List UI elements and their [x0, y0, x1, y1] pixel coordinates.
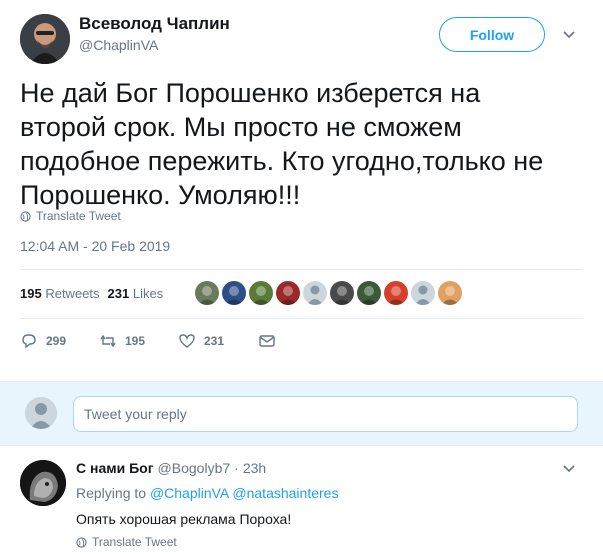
divider — [20, 269, 583, 270]
liker-avatar-8[interactable] — [438, 281, 462, 305]
reply-author-handle[interactable]: @Bogolyb7 — [158, 460, 231, 476]
reply-author-name[interactable]: С нами Бог — [76, 460, 154, 476]
mention-link[interactable]: @ChaplinVA — [150, 485, 229, 501]
reply-composer: Tweet your reply — [0, 381, 603, 446]
globe-icon — [76, 536, 87, 548]
tweet-text-line: подобное пережить. Кто угодно,только не — [20, 146, 544, 176]
like-action[interactable]: 231 — [178, 332, 258, 350]
reply-action[interactable]: 299 — [20, 332, 99, 350]
message-action[interactable] — [258, 332, 284, 350]
reply-time[interactable]: 23h — [243, 460, 266, 476]
reply-count: 299 — [46, 334, 67, 348]
replying-to: Replying to @ChaplinVA @natashainteres — [76, 485, 338, 501]
liker-avatar-5[interactable] — [330, 281, 354, 305]
translate-tweet-link[interactable]: Translate Tweet — [76, 535, 177, 549]
retweet-icon — [100, 334, 116, 348]
chevron-down-icon[interactable] — [562, 27, 576, 41]
translate-label: Translate Tweet — [92, 535, 177, 549]
heart-icon — [179, 334, 195, 348]
follow-button[interactable]: Follow — [439, 17, 545, 52]
tweet-actions: 299 195 231 — [20, 332, 284, 350]
chevron-down-icon[interactable] — [562, 461, 576, 475]
liker-avatar-default[interactable] — [411, 281, 435, 305]
divider — [20, 318, 583, 319]
author-avatar[interactable] — [20, 14, 70, 64]
likes-count: 231 — [107, 286, 130, 301]
retweets-count: 195 — [20, 286, 42, 301]
likers-avatars — [195, 281, 462, 305]
reply-header: С нами Бог @Bogolyb7 · 23h — [76, 460, 266, 476]
liker-avatar-7[interactable] — [384, 281, 408, 305]
liker-avatar-6[interactable] — [357, 281, 381, 305]
retweets-stat[interactable]: 195 Retweets — [20, 286, 100, 301]
translate-tweet-link[interactable]: Translate Tweet — [20, 209, 121, 223]
retweet-count: 195 — [125, 334, 146, 348]
reply-input[interactable]: Tweet your reply — [73, 396, 578, 432]
tweet-text: Не дай Бог Порошенко изберется на второй… — [20, 76, 585, 212]
liker-avatar-default[interactable] — [303, 281, 327, 305]
envelope-icon — [259, 335, 275, 347]
reply-icon — [22, 334, 36, 349]
reply-tweet[interactable]: С нами Бог @Bogolyb7 · 23h Replying to @… — [0, 447, 603, 554]
mention-link[interactable]: @natashainteres — [232, 485, 338, 501]
separator-dot: · — [234, 460, 239, 476]
liker-avatar-3[interactable] — [249, 281, 273, 305]
author-handle[interactable]: @ChaplinVA — [79, 37, 158, 53]
tweet-text-line: Порошенко. Умоляю!!! — [20, 180, 301, 210]
tweet-text-line: второй срок. Мы просто не сможем — [20, 112, 462, 142]
liker-avatar-2[interactable] — [222, 281, 246, 305]
liker-avatar-1[interactable] — [195, 281, 219, 305]
likes-label: Likes — [132, 286, 164, 301]
tweet-text-line: Не дай Бог Порошенко изберется на — [20, 78, 481, 108]
globe-icon — [20, 210, 31, 222]
tweet-timestamp[interactable]: 12:04 AM - 20 Feb 2019 — [20, 238, 170, 254]
translate-label: Translate Tweet — [36, 209, 121, 223]
user-avatar — [25, 397, 57, 429]
retweets-label: Retweets — [45, 286, 100, 301]
tweet-stats: 195 Retweets 231 Likes — [20, 286, 163, 301]
liker-avatar-4[interactable] — [276, 281, 300, 305]
replying-prefix: Replying to — [76, 485, 147, 501]
like-count: 231 — [204, 334, 225, 348]
author-name[interactable]: Всеволод Чаплин — [79, 14, 230, 34]
reply-text: Опять хорошая реклама Пороха! — [76, 511, 292, 527]
likes-stat[interactable]: 231 Likes — [108, 286, 164, 301]
retweet-action[interactable]: 195 — [99, 332, 178, 350]
reply-author-avatar[interactable] — [20, 460, 66, 506]
